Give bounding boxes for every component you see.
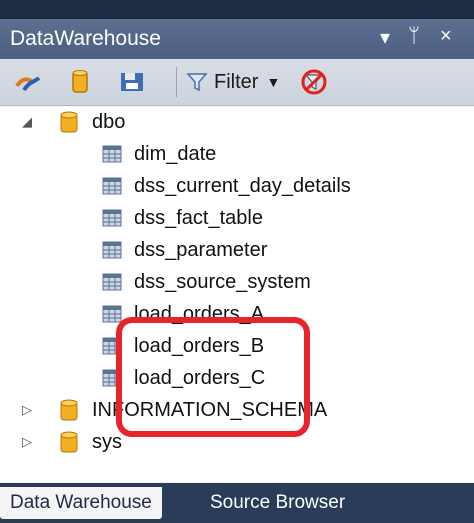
toolbar-separator <box>176 67 177 97</box>
filter-label: Filter <box>214 70 259 93</box>
chevron-down-icon: ▼ <box>266 74 281 90</box>
table-icon <box>102 369 122 387</box>
collapse-arrow-icon[interactable]: ◢ <box>20 114 34 129</box>
table-label: dss_fact_table <box>134 206 263 229</box>
tree-node-sys[interactable]: sys <box>60 427 122 457</box>
filter-button[interactable]: Filter ▼ <box>186 67 280 97</box>
expand-arrow-icon[interactable]: ▷ <box>20 402 34 417</box>
clear-filter-icon[interactable] <box>300 68 328 96</box>
tree-node-information-schema[interactable]: INFORMATION_SCHEMA <box>60 395 327 425</box>
table-icon <box>102 305 122 323</box>
database-icon[interactable] <box>66 68 94 96</box>
tab-source-browser[interactable]: Source Browser <box>200 487 355 519</box>
table-icon <box>102 273 122 291</box>
bottom-tab-bar: Data Warehouse Source Browser <box>0 483 474 523</box>
table-label: dim_date <box>134 142 217 165</box>
table-row[interactable]: dss_source_system <box>102 267 311 297</box>
table-label: dss_current_day_details <box>134 174 351 197</box>
close-icon[interactable]: × <box>440 25 452 48</box>
table-row[interactable]: load_orders_C <box>102 363 265 393</box>
dropdown-icon[interactable]: ▾ <box>380 25 390 50</box>
table-row[interactable]: dss_fact_table <box>102 203 263 233</box>
database-icon <box>60 399 78 421</box>
schema-label: sys <box>92 430 122 453</box>
top-strip-text <box>120 0 340 10</box>
table-icon <box>102 209 122 227</box>
filter-icon <box>186 73 208 92</box>
save-icon[interactable] <box>118 68 146 96</box>
table-label: load_orders_A <box>134 302 265 325</box>
database-icon <box>60 111 78 133</box>
schema-label: dbo <box>92 110 126 133</box>
database-icon <box>60 431 78 453</box>
table-row[interactable]: load_orders_A <box>102 299 264 329</box>
connect-icon[interactable] <box>14 68 42 96</box>
table-icon <box>102 177 122 195</box>
tab-data-warehouse[interactable]: Data Warehouse <box>0 487 162 519</box>
table-label: dss_parameter <box>134 238 268 261</box>
expand-arrow-icon[interactable]: ▷ <box>20 434 34 449</box>
pin-icon[interactable]: ᛘ <box>408 25 420 48</box>
table-icon <box>102 145 122 163</box>
table-row[interactable]: load_orders_B <box>102 331 264 361</box>
table-label: dss_source_system <box>134 270 311 293</box>
table-row[interactable]: dss_parameter <box>102 235 267 265</box>
panel-toolbar: Filter ▼ <box>0 59 474 106</box>
schema-tree: ◢ dbo dim_date dss_current_day_details d… <box>0 107 474 482</box>
table-label: load_orders_C <box>134 366 266 389</box>
panel-title: DataWarehouse <box>10 27 161 50</box>
table-icon <box>102 241 122 259</box>
table-row[interactable]: dss_current_day_details <box>102 171 351 201</box>
table-label: load_orders_B <box>134 334 265 357</box>
table-icon <box>102 337 122 355</box>
window-top-strip <box>0 0 474 18</box>
datawarehouse-panel: DataWarehouse ▾ ᛘ × Filter ▼ ◢ dbo dim_d… <box>0 18 474 484</box>
panel-titlebar: DataWarehouse ▾ ᛘ × <box>0 19 474 59</box>
schema-label: INFORMATION_SCHEMA <box>92 398 328 421</box>
tree-node-dbo[interactable]: dbo <box>60 107 125 137</box>
table-row[interactable]: dim_date <box>102 139 216 169</box>
